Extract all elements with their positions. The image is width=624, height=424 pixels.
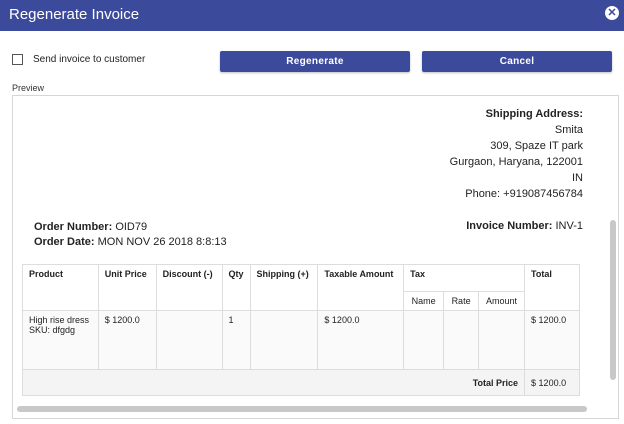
send-invoice-checkbox[interactable]	[12, 54, 23, 65]
cell-tax-amount	[478, 310, 526, 370]
cell-qty: 1	[221, 310, 251, 370]
header-tax-name: Name	[403, 291, 445, 311]
cell-unit-price: $ 1200.0	[97, 310, 157, 370]
header-qty: Qty	[221, 264, 251, 311]
regenerate-button[interactable]: Regenerate	[220, 51, 410, 72]
total-price-label: Total Price	[21, 369, 526, 396]
invoice-number-info: Invoice Number: INV-1	[466, 220, 583, 232]
vertical-scrollbar[interactable]	[608, 96, 618, 418]
cell-taxable-amount: $ 1200.0	[317, 310, 405, 370]
product-sku: SKU: dfgdg	[29, 325, 76, 335]
table-row: High rise dress SKU: dfgdg $ 1200.0 1 $ …	[22, 310, 580, 370]
invoice-number-label: Invoice Number:	[466, 220, 553, 232]
shipping-line2: Gurgaon, Haryana, 122001	[449, 156, 583, 168]
shipping-phone: Phone: +919087456784	[465, 188, 583, 200]
invoice-number: INV-1	[555, 220, 583, 232]
send-invoice-option[interactable]: Send invoice to customer	[12, 54, 145, 65]
order-date-label: Order Date:	[34, 236, 95, 248]
header-discount: Discount (-)	[155, 264, 223, 311]
order-date: MON NOV 26 2018 8:8:13	[97, 236, 227, 248]
product-name: High rise dress	[29, 315, 90, 325]
header-total: Total	[524, 264, 580, 311]
close-icon[interactable]: ✕	[605, 6, 619, 20]
header-tax: Tax	[403, 264, 526, 292]
order-number: OID79	[115, 221, 148, 233]
shipping-heading: Shipping Address:	[485, 108, 583, 120]
total-row: Total Price $ 1200.0	[21, 369, 580, 396]
header-shipping: Shipping (+)	[249, 264, 319, 311]
cell-shipping	[249, 310, 319, 370]
header-tax-rate: Rate	[443, 291, 480, 311]
cell-discount	[155, 310, 223, 370]
order-info: Order Number: OID79 Order Date: MON NOV …	[34, 220, 227, 250]
send-invoice-label[interactable]: Send invoice to customer	[33, 54, 145, 65]
shipping-address: Shipping Address: Smita 309, Spaze IT pa…	[450, 106, 583, 202]
cancel-button[interactable]: Cancel	[422, 51, 612, 72]
header-taxable-amount: Taxable Amount	[317, 264, 405, 311]
shipping-country: IN	[572, 172, 583, 184]
cell-tax-name	[403, 310, 445, 370]
shipping-name: Smita	[554, 124, 583, 136]
header-product: Product	[22, 264, 99, 311]
vertical-scrollbar-thumb[interactable]	[610, 220, 616, 380]
dialog-title: Regenerate Invoice	[9, 6, 140, 23]
order-number-label: Order Number:	[34, 221, 113, 233]
dialog-titlebar: Regenerate Invoice ✕	[0, 0, 624, 31]
shipping-line1: 309, Spaze IT park	[490, 140, 583, 152]
header-tax-amount: Amount	[478, 291, 526, 311]
invoice-items-table: Product Unit Price Discount (-) Qty Ship…	[21, 264, 580, 396]
invoice-preview: Shipping Address: Smita 309, Spaze IT pa…	[12, 95, 619, 419]
preview-label: Preview	[12, 83, 45, 93]
header-unit-price: Unit Price	[97, 264, 157, 311]
cell-product: High rise dress SKU: dfgdg	[22, 310, 99, 370]
table-header-row: Product Unit Price Discount (-) Qty Ship…	[22, 264, 580, 311]
cell-total: $ 1200.0	[524, 310, 580, 370]
total-price-value: $ 1200.0	[524, 369, 580, 396]
horizontal-scrollbar-thumb[interactable]	[17, 406, 587, 412]
cell-tax-rate	[443, 310, 480, 370]
